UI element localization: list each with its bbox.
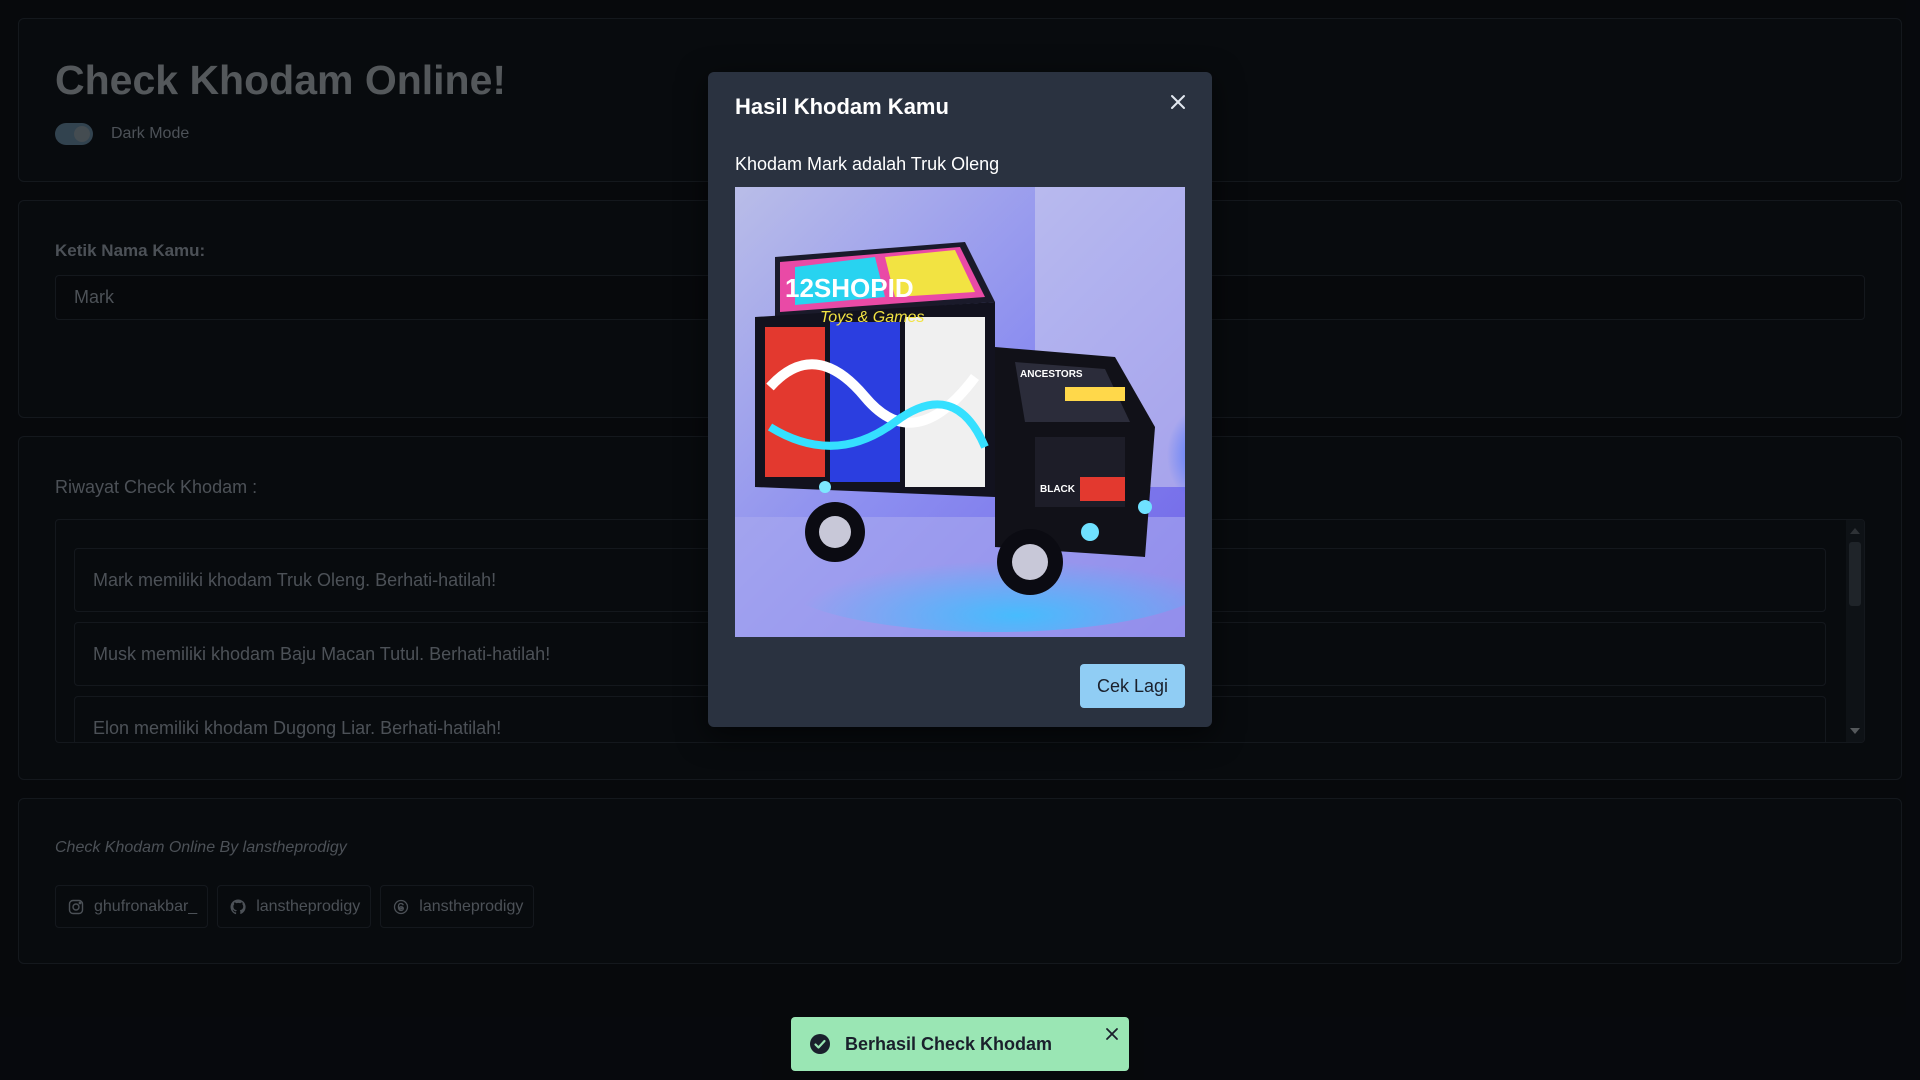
truck-illustration: 12SHOPID Toys & Games ANCESTORS BLACK: [735, 187, 1185, 637]
check-circle-icon: [810, 1034, 830, 1054]
result-modal: Hasil Khodam Kamu Khodam Mark adalah Tru…: [708, 72, 1212, 727]
success-toast: Berhasil Check Khodam: [791, 1017, 1129, 1071]
khodam-image: 12SHOPID Toys & Games ANCESTORS BLACK: [735, 187, 1185, 637]
close-icon[interactable]: [1166, 90, 1190, 114]
result-text: Khodam Mark adalah Truk Oleng: [735, 154, 1000, 174]
truck-text-toys: Toys & Games: [820, 309, 924, 326]
modal-title: Hasil Khodam Kamu: [735, 94, 949, 119]
toast-message: Berhasil Check Khodam: [845, 1033, 1053, 1054]
cek-lagi-button[interactable]: Cek Lagi: [1080, 664, 1185, 708]
truck-text-shop: 12SHOPID: [785, 273, 914, 303]
close-icon[interactable]: [1105, 1027, 1119, 1041]
truck-text-black: BLACK: [1040, 484, 1076, 495]
truck-text-ancestors: ANCESTORS: [1020, 369, 1083, 380]
